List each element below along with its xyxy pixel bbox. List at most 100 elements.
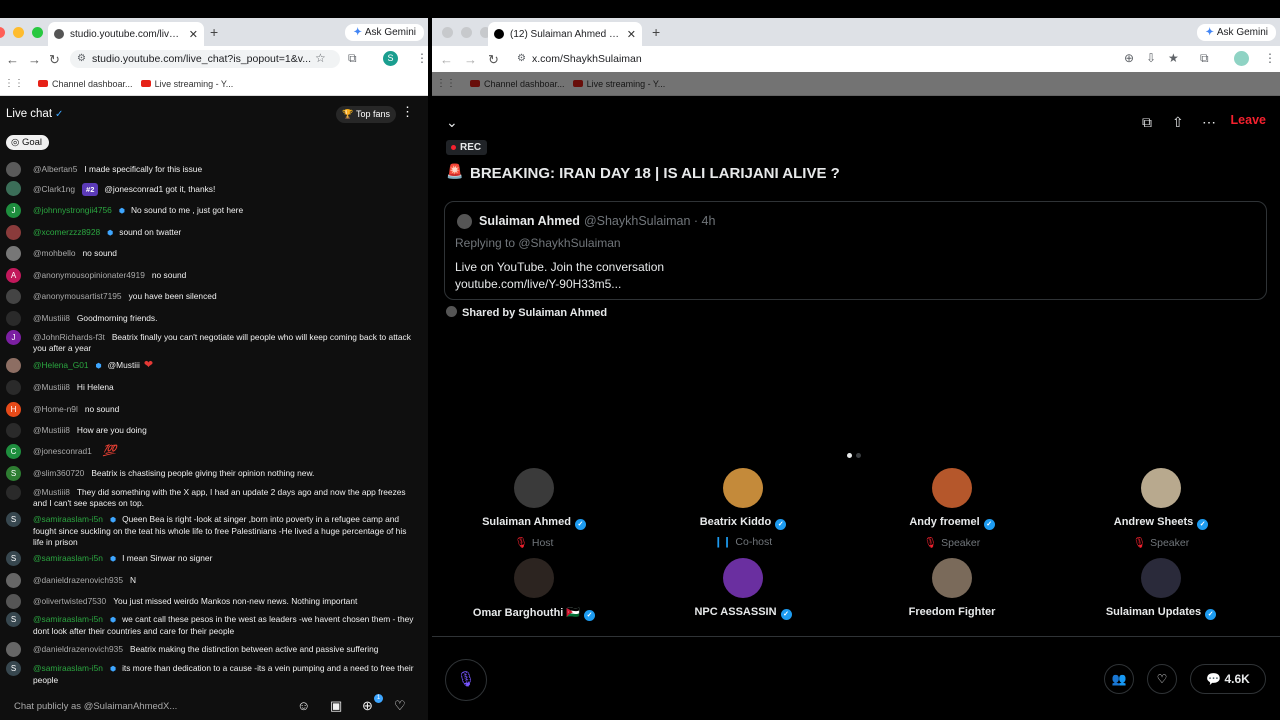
speaker-card[interactable]: Freedom Fighter: [852, 558, 1052, 618]
chat-message[interactable]: @Helena_G01 ⬢ @Mustiii ❤: [6, 358, 414, 373]
author-name[interactable]: @xcomerzzz8928: [33, 227, 100, 237]
browser-tab[interactable]: (12) Sulaiman Ahmed (@ShaykhSulaiman) / …: [488, 22, 642, 46]
speaker-avatar[interactable]: [514, 558, 554, 598]
chat-message[interactable]: @danieldrazenovich935 N: [6, 573, 414, 588]
speaker-card[interactable]: NPC ASSASSIN ✓: [643, 558, 843, 620]
emoji-icon[interactable]: ☺: [297, 698, 310, 713]
close-window-button[interactable]: [442, 27, 453, 38]
author-avatar[interactable]: S: [6, 512, 21, 527]
author-name[interactable]: @slim360720: [33, 468, 84, 478]
super-chat-icon[interactable]: ▣: [330, 698, 342, 714]
live-chat-title[interactable]: Live chat ✓: [6, 108, 63, 120]
bookmark-live-streaming[interactable]: Live streaming - Y...: [140, 79, 233, 89]
author-name[interactable]: @olivertwisted7530: [33, 596, 106, 606]
forward-icon[interactable]: →: [464, 52, 477, 67]
minimize-window-button[interactable]: [461, 27, 472, 38]
ask-gemini-button[interactable]: ✦ Ask Gemini: [345, 24, 424, 41]
apps-grid-icon[interactable]: ⋮⋮: [436, 78, 456, 89]
author-avatar[interactable]: [6, 162, 21, 177]
chat-message[interactable]: @Mustiii8 They did something with the X a…: [6, 485, 414, 509]
speaker-card[interactable]: Omar Barghouthi 🇯🇴 ✓: [434, 558, 634, 621]
people-icon[interactable]: 👥: [1104, 664, 1134, 694]
chat-message[interactable]: S @samiraaslam-i5n ⬢ Queen Bea is right -lo…: [6, 512, 414, 548]
author-avatar[interactable]: [6, 246, 21, 261]
top-fans-button[interactable]: 🏆 Top fans: [336, 106, 396, 123]
author-avatar[interactable]: [6, 642, 21, 657]
chat-message[interactable]: @mohbello no sound: [6, 246, 414, 261]
author-avatar[interactable]: S: [6, 551, 21, 566]
chat-input-field[interactable]: Chat publicly as @SulaimanAhmedX...: [14, 701, 177, 712]
author-avatar[interactable]: [6, 485, 21, 500]
chat-message[interactable]: A @anonymousopinionater4919 no sound: [6, 268, 414, 283]
chat-message-list[interactable]: @Albertan5 I made specifically for this i…: [0, 162, 428, 702]
tab-search-icon[interactable]: ⧉: [348, 51, 357, 66]
author-name[interactable]: @danieldrazenovich935: [33, 644, 123, 654]
dock-icon[interactable]: ⧉: [1142, 114, 1152, 131]
chat-message[interactable]: @xcomerzzz8928 ⬢ sound on twatter: [6, 225, 414, 240]
site-info-icon[interactable]: ⚙: [517, 50, 526, 68]
author-avatar[interactable]: [6, 423, 21, 438]
speaker-card[interactable]: Andy froemel ✓ 🎙 Speaker: [852, 468, 1052, 549]
apps-grid-icon[interactable]: ⋮⋮: [4, 78, 24, 89]
profile-avatar[interactable]: S: [383, 51, 398, 66]
author-name[interactable]: @Mustiii8: [33, 313, 70, 323]
speaker-card[interactable]: Sulaiman Updates ✓: [1061, 558, 1261, 620]
speaker-avatar[interactable]: [1141, 558, 1181, 598]
author-name[interactable]: @danieldrazenovich935: [33, 575, 123, 585]
speaker-avatar[interactable]: [723, 468, 763, 508]
goal-button[interactable]: ◎ Goal: [6, 135, 50, 150]
ask-gemini-button[interactable]: ✦ Ask Gemini: [1197, 24, 1276, 41]
chat-message[interactable]: @Mustiii8 How are you doing: [6, 423, 414, 438]
chat-message[interactable]: @Albertan5 I made specifically for this i…: [6, 162, 414, 177]
pinned-post-card[interactable]: Sulaiman Ahmed @ShaykhSulaiman · 4h Reply…: [444, 201, 1267, 300]
profile-avatar[interactable]: [1234, 51, 1249, 66]
author-name[interactable]: @Helena_G01: [33, 360, 89, 370]
address-bar[interactable]: ⚙ x.com/ShaykhSulaiman: [510, 50, 1230, 68]
bookmark-channel-dashboard[interactable]: Channel dashboar...: [38, 79, 133, 89]
author-name[interactable]: @jonesconrad1: [33, 446, 92, 456]
chat-message[interactable]: S @samiraaslam-i5n ⬢ we cant call these pes…: [6, 612, 414, 637]
speaker-card[interactable]: Beatrix Kiddo ✓ ❙❙ Co-host: [643, 468, 843, 548]
maximize-window-button[interactable]: [32, 27, 43, 38]
author-name[interactable]: @anonymousopinionater4919: [33, 270, 145, 280]
heart-icon[interactable]: ♡: [394, 698, 406, 714]
zoom-icon[interactable]: ⊕: [1124, 51, 1134, 65]
author-name[interactable]: @anonymousartist7195: [33, 291, 122, 301]
author-name[interactable]: @Mustiii8: [33, 487, 70, 497]
author-avatar[interactable]: [6, 573, 21, 588]
author-avatar[interactable]: [6, 225, 21, 240]
author-name[interactable]: @Mustiii8: [33, 425, 70, 435]
chat-more-options-icon[interactable]: ⋮: [401, 104, 414, 120]
chat-message[interactable]: H @Home-n9l no sound: [6, 402, 414, 417]
browser-tab[interactable]: studio.youtube.com/live_chat ✕: [48, 22, 204, 46]
browser-menu-icon[interactable]: ⋮: [416, 51, 428, 65]
add-icon[interactable]: ⊕: [362, 698, 373, 714]
new-tab-icon[interactable]: +: [210, 24, 218, 40]
collapse-chevron-icon[interactable]: ⌄: [446, 114, 458, 131]
speaker-avatar[interactable]: [932, 558, 972, 598]
speaker-avatar[interactable]: [1141, 468, 1181, 508]
author-name[interactable]: @Clark1ng: [33, 184, 75, 194]
react-icon[interactable]: ♡: [1147, 664, 1177, 694]
chat-message[interactable]: @Clark1ng #2 @jonesconrad1 got it, thanks!: [6, 181, 414, 196]
author-name[interactable]: @samiraaslam-i5n: [33, 514, 103, 524]
forward-icon[interactable]: →: [28, 52, 41, 67]
author-avatar[interactable]: A: [6, 268, 21, 283]
chat-message[interactable]: J @JohnRichards-f3t Beatrix finally you ca…: [6, 330, 414, 354]
chat-message[interactable]: @Mustiii8 Goodmorning friends.: [6, 311, 414, 326]
chat-message[interactable]: @anonymousartist7195 you have been silenc…: [6, 289, 414, 304]
author-avatar[interactable]: J: [6, 203, 21, 218]
site-info-icon[interactable]: ⚙: [77, 50, 86, 68]
author-name[interactable]: @Home-n9l: [33, 404, 78, 414]
chat-message[interactable]: @danieldrazenovich935 Beatrix making the …: [6, 642, 414, 657]
close-tab-icon[interactable]: ✕: [627, 28, 636, 41]
bookmark-channel-dashboard[interactable]: Channel dashboar...: [470, 79, 565, 89]
author-name[interactable]: @samiraaslam-i5n: [33, 663, 103, 673]
author-avatar[interactable]: [6, 181, 21, 196]
author-name[interactable]: @samiraaslam-i5n: [33, 614, 103, 624]
back-icon[interactable]: ←: [440, 52, 453, 67]
address-bar[interactable]: ⚙ studio.youtube.com/live_chat?is_popout…: [70, 50, 340, 68]
leave-button[interactable]: Leave: [1231, 113, 1266, 127]
chat-message[interactable]: S @samiraaslam-i5n ⬢ its more than dedicati…: [6, 661, 414, 686]
author-name[interactable]: @mohbello: [33, 248, 76, 258]
